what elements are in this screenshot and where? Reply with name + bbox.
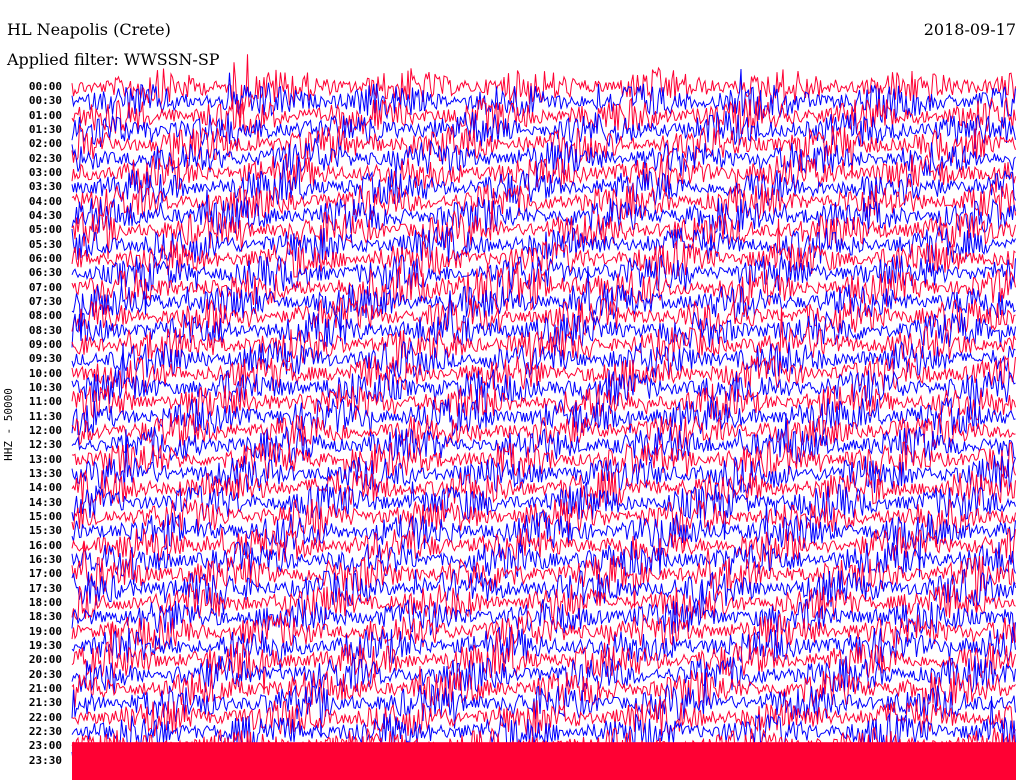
row-time-label: 04:30 (28, 208, 62, 222)
row-time-label: 13:00 (28, 452, 62, 466)
row-time-label: 04:00 (28, 194, 62, 208)
row-time-label: 22:30 (28, 724, 62, 738)
row-time-label: 12:30 (28, 438, 62, 452)
row-time-label: 21:00 (28, 681, 62, 695)
row-time-label: 03:00 (28, 165, 62, 179)
trace-1200 (71, 412, 1016, 453)
row-time-label: 17:00 (28, 567, 62, 581)
row-time-label: 10:00 (28, 366, 62, 380)
row-time-label: 20:00 (28, 653, 62, 667)
row-time-label: 08:30 (28, 323, 62, 337)
row-time-label: 15:30 (28, 524, 62, 538)
y-axis-label: HHZ - 50000 (1, 388, 15, 461)
row-time-label: 00:30 (28, 94, 62, 108)
row-time-label: 19:00 (28, 624, 62, 638)
row-time-label: 19:30 (28, 638, 62, 652)
row-time-label: 18:30 (28, 610, 62, 624)
row-time-label: 16:30 (28, 552, 62, 566)
row-time-label: 09:00 (28, 337, 62, 351)
trace-1130 (71, 389, 1016, 437)
row-time-label: 10:30 (28, 380, 62, 394)
row-time-label: 14:30 (28, 495, 62, 509)
station-title: HL Neapolis (Crete) (7, 20, 171, 39)
row-time-label: 02:30 (28, 151, 62, 165)
row-time-label: 16:00 (28, 538, 62, 552)
row-time-label: 11:00 (28, 395, 62, 409)
helicorder-stage: HL Neapolis (Crete) Applied filter: WWSS… (0, 0, 1024, 780)
trace-fill-band (72, 742, 1016, 780)
row-time-label: 03:30 (28, 180, 62, 194)
row-time-label: 00:00 (28, 80, 62, 93)
row-time-label: 05:00 (28, 223, 62, 237)
row-time-label: 08:00 (28, 309, 62, 323)
row-time-label: 05:30 (28, 237, 62, 251)
date-label: 2018-09-17 (923, 20, 1016, 39)
row-time-label: 22:00 (28, 710, 62, 724)
row-time-label: 23:30 (28, 753, 62, 767)
row-time-label: 15:00 (28, 509, 62, 523)
row-time-label: 11:30 (28, 409, 62, 423)
row-time-label: 14:00 (28, 481, 62, 495)
row-time-label: 09:30 (28, 352, 62, 366)
row-time-label: 18:00 (28, 595, 62, 609)
row-time-label: 01:30 (28, 122, 62, 136)
row-time-label: 13:30 (28, 466, 62, 480)
row-time-label: 17:30 (28, 581, 62, 595)
row-time-label: 02:00 (28, 137, 62, 151)
row-time-label: 07:00 (28, 280, 62, 294)
row-time-label: 20:30 (28, 667, 62, 681)
row-time-label: 07:30 (28, 294, 62, 308)
filter-label: Applied filter: WWSSN-SP (7, 50, 220, 69)
row-time-label: 06:00 (28, 251, 62, 265)
row-time-label: 21:30 (28, 696, 62, 710)
row-time-label: 01:00 (28, 108, 62, 122)
row-time-label: 23:00 (28, 739, 62, 753)
row-time-label: 06:30 (28, 266, 62, 280)
helicorder-plot (71, 54, 1016, 780)
row-time-label: 12:00 (28, 423, 62, 437)
